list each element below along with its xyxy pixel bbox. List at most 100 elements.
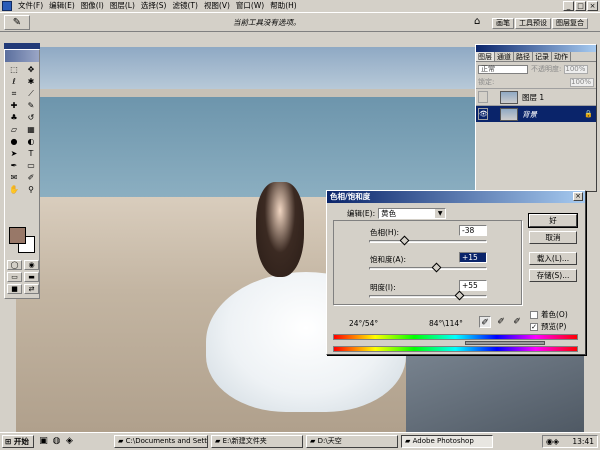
- ok-button[interactable]: 好: [528, 213, 578, 228]
- menu-select[interactable]: 选择(S): [138, 0, 170, 12]
- menu-image[interactable]: 图像(I): [78, 0, 107, 12]
- menu-file[interactable]: 文件(F): [15, 0, 46, 12]
- tray-icons[interactable]: ◉◈: [546, 436, 559, 447]
- path-selection-tool-icon[interactable]: ➤: [6, 148, 22, 159]
- toolbox-header-logo: [5, 50, 39, 62]
- tool-preset-picker[interactable]: ✎: [4, 15, 30, 30]
- eyedropper-icon[interactable]: ✐: [479, 316, 491, 328]
- tab-channels[interactable]: 通道: [495, 52, 514, 61]
- layer-thumbnail: [500, 90, 518, 104]
- preview-checkbox[interactable]: ✓: [530, 322, 538, 331]
- menu-filter[interactable]: 滤镜(T): [170, 0, 201, 12]
- edit-channel-select[interactable]: 黄色 ▼: [378, 208, 447, 219]
- taskbar-button-active[interactable]: ▰ Adobe Photoshop: [401, 435, 493, 448]
- dialog-titlebar[interactable]: 色相/饱和度 ×: [327, 191, 585, 203]
- eyedropper-plus-icon[interactable]: ✐: [495, 316, 507, 328]
- photoshop-app-icon[interactable]: [2, 1, 12, 11]
- edit-channel-value: 黄色: [381, 209, 397, 218]
- toolbox: ⬚ ✥ ℓ ✱ ⌗ ⟋ ✚ ✎ ♣ ↺ ▱ ▦ ● ◐ ➤ T ✒ ▭ ✉ ✐ …: [4, 49, 40, 299]
- saturation-slider-track[interactable]: [369, 267, 487, 270]
- show-desktop-icon[interactable]: ▣: [38, 436, 49, 447]
- eyedropper-tool-icon[interactable]: ✐: [23, 172, 39, 183]
- magic-wand-tool-icon[interactable]: ✱: [23, 76, 39, 87]
- menu-layer[interactable]: 图层(L): [107, 0, 138, 12]
- restore-button[interactable]: □: [575, 1, 586, 11]
- tab-layers[interactable]: 图层: [476, 52, 495, 61]
- marquee-tool-icon[interactable]: ⬚: [6, 64, 22, 75]
- screen-mode-full-icon[interactable]: ▬: [24, 272, 39, 282]
- windows-logo-icon: ⊞: [5, 437, 12, 446]
- move-tool-icon[interactable]: ✥: [23, 64, 39, 75]
- menu-window[interactable]: 窗口(W): [233, 0, 267, 12]
- brush-tool-icon[interactable]: ✎: [23, 100, 39, 111]
- eyedropper-minus-icon[interactable]: ✐: [511, 316, 523, 328]
- eraser-tool-icon[interactable]: ▱: [6, 124, 22, 135]
- folder-icon: ▰: [310, 437, 316, 445]
- history-brush-tool-icon[interactable]: ↺: [23, 112, 39, 123]
- dialog-title: 色相/饱和度: [330, 192, 371, 201]
- colorize-checkbox-row[interactable]: 着色(O): [530, 309, 568, 320]
- screen-mode-fullscreen-icon[interactable]: ■: [7, 284, 22, 294]
- pen-tool-icon[interactable]: ✒: [6, 160, 22, 171]
- crop-tool-icon[interactable]: ⌗: [6, 88, 22, 99]
- browser-icon[interactable]: ◍: [51, 436, 62, 447]
- menu-view[interactable]: 视图(V): [201, 0, 233, 12]
- start-button[interactable]: ⊞ 开始: [2, 435, 34, 448]
- cancel-button[interactable]: 取消: [529, 231, 577, 244]
- colorize-checkbox[interactable]: [530, 310, 538, 319]
- opacity-field[interactable]: 100%: [564, 64, 589, 74]
- zoom-tool-icon[interactable]: ⚲: [23, 184, 39, 195]
- eye-icon[interactable]: 👁: [478, 108, 488, 120]
- hand-tool-icon[interactable]: ✋: [6, 184, 22, 195]
- type-tool-icon[interactable]: T: [23, 148, 39, 159]
- minimize-button[interactable]: _: [563, 1, 574, 11]
- screen-mode-standard-icon[interactable]: ▭: [7, 272, 22, 282]
- standard-mode-icon[interactable]: ◯: [7, 260, 22, 270]
- tab-paths[interactable]: 路径: [514, 52, 533, 61]
- tab-actions[interactable]: 动作: [552, 52, 571, 61]
- layer-row-selected[interactable]: 👁 背景 🔒: [476, 105, 596, 122]
- well-tab-layer-comps[interactable]: 图层复合: [552, 18, 588, 29]
- menu-help[interactable]: 帮助(H): [267, 0, 300, 12]
- blur-tool-icon[interactable]: ●: [6, 136, 22, 147]
- lock-icon: 🔒: [584, 110, 593, 118]
- notes-tool-icon[interactable]: ✉: [6, 172, 22, 183]
- well-tab-tool-presets[interactable]: 工具预设: [515, 18, 551, 29]
- preview-checkbox-row[interactable]: ✓ 预览(P): [530, 321, 566, 332]
- taskbar-button[interactable]: ▰ C:\Documents and Settin...: [114, 435, 208, 448]
- trash-icon[interactable]: ⌂: [474, 16, 480, 27]
- chevron-down-icon: ▼: [435, 209, 446, 218]
- saturation-input[interactable]: +15: [459, 252, 487, 263]
- clone-stamp-tool-icon[interactable]: ♣: [6, 112, 22, 123]
- layer-row[interactable]: 图层 1: [476, 88, 596, 105]
- gradient-tool-icon[interactable]: ▦: [23, 124, 39, 135]
- layer-visibility-toggle[interactable]: [478, 91, 488, 103]
- jump-to-imageready-icon[interactable]: ⇄: [24, 284, 39, 294]
- shape-tool-icon[interactable]: ▭: [23, 160, 39, 171]
- hue-range-slider[interactable]: [465, 341, 545, 345]
- blend-mode-select[interactable]: 正常: [478, 64, 528, 74]
- fill-field[interactable]: 100%: [570, 77, 594, 87]
- lightness-slider-track[interactable]: [369, 295, 487, 298]
- slice-tool-icon[interactable]: ⟋: [23, 88, 39, 99]
- load-button[interactable]: 载入(L)...: [529, 252, 577, 265]
- media-icon[interactable]: ◈: [64, 436, 75, 447]
- dodge-tool-icon[interactable]: ◐: [23, 136, 39, 147]
- dialog-close-button[interactable]: ×: [573, 192, 583, 201]
- tab-history[interactable]: 记录: [533, 52, 552, 61]
- hue-slider-track[interactable]: [369, 240, 487, 243]
- lightness-input[interactable]: +55: [459, 280, 487, 291]
- taskbar-button[interactable]: ▰ D:\天空: [306, 435, 398, 448]
- quick-mask-mode-icon[interactable]: ◉: [24, 260, 39, 270]
- healing-brush-tool-icon[interactable]: ✚: [6, 100, 22, 111]
- hue-input[interactable]: -38: [459, 225, 487, 236]
- save-button[interactable]: 存储(S)...: [529, 269, 577, 282]
- eyedropper-group: ✐ ✐ ✐: [479, 316, 523, 328]
- foreground-color-swatch[interactable]: [9, 227, 26, 244]
- close-button[interactable]: ×: [587, 1, 598, 11]
- menu-edit[interactable]: 编辑(E): [46, 0, 78, 12]
- lasso-tool-icon[interactable]: ℓ: [6, 76, 22, 87]
- layers-panel-titlebar[interactable]: [476, 45, 596, 52]
- well-tab-brushes[interactable]: 画笔: [492, 18, 514, 29]
- taskbar-button[interactable]: ▰ E:\新建文件夹: [211, 435, 303, 448]
